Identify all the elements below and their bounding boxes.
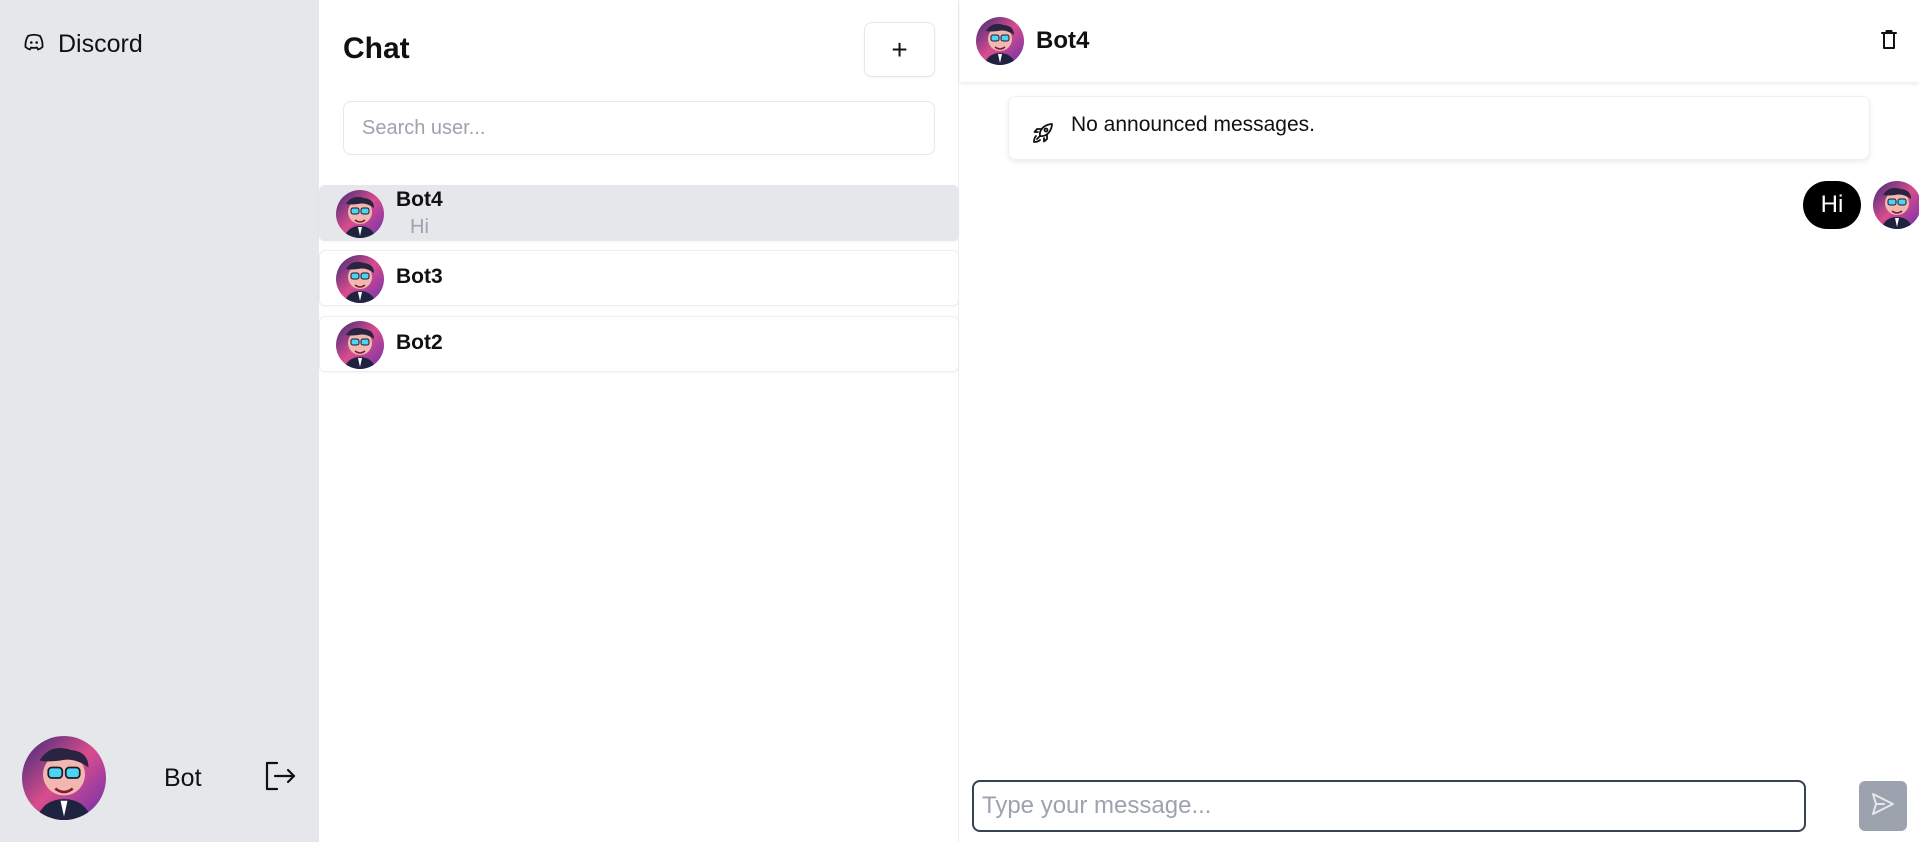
conversation-panel: Bot4 No announced messages. Hi Type your… <box>960 0 1919 842</box>
chat-title: Chat <box>343 32 410 65</box>
rocket-icon <box>1031 121 1055 150</box>
brand-name: Discord <box>58 30 143 58</box>
contact-avatar <box>336 321 384 369</box>
message-input[interactable] <box>972 780 1806 832</box>
message-bubble[interactable]: Hi <box>1803 181 1861 229</box>
trash-icon <box>1877 30 1901 56</box>
contact-item-bot4[interactable]: Bot4 Hi <box>319 185 959 241</box>
user-avatar[interactable] <box>22 736 106 820</box>
contact-name: Bot4 <box>396 188 443 211</box>
announcement-text: No announced messages. <box>1071 113 1315 136</box>
logout-icon <box>263 759 297 798</box>
announcement-banner: No announced messages. <box>1008 96 1870 160</box>
message-row: Hi <box>1803 181 1919 229</box>
contact-avatar <box>336 255 384 303</box>
contact-name: Bot3 <box>396 265 443 288</box>
search-input[interactable] <box>343 101 935 155</box>
message-avatar <box>1873 181 1919 229</box>
discord-icon <box>22 30 46 59</box>
contact-name: Bot2 <box>396 331 443 354</box>
contact-item-bot3[interactable]: Bot3 <box>319 250 959 306</box>
user-name: Bot <box>164 763 202 792</box>
chat-list-panel: Chat + Bot4 Hi Bot3 Bot2 <box>319 0 959 842</box>
send-button[interactable] <box>1859 781 1907 831</box>
conversation-title: Bot4 <box>1036 27 1090 54</box>
contact-item-bot2[interactable]: Bot2 <box>319 316 959 372</box>
send-icon <box>1870 791 1896 822</box>
left-sidebar: Discord Bot <box>0 0 319 842</box>
delete-conversation-button[interactable] <box>1877 28 1901 52</box>
current-user: Bot <box>22 736 302 820</box>
contact-avatar <box>336 190 384 238</box>
conversation-avatar[interactable] <box>976 17 1024 65</box>
new-chat-button[interactable]: + <box>864 22 935 77</box>
contact-last-message: Hi <box>410 216 429 238</box>
logout-button[interactable] <box>262 760 298 796</box>
brand[interactable]: Discord <box>22 30 143 59</box>
conversation-header: Bot4 <box>960 0 1919 82</box>
